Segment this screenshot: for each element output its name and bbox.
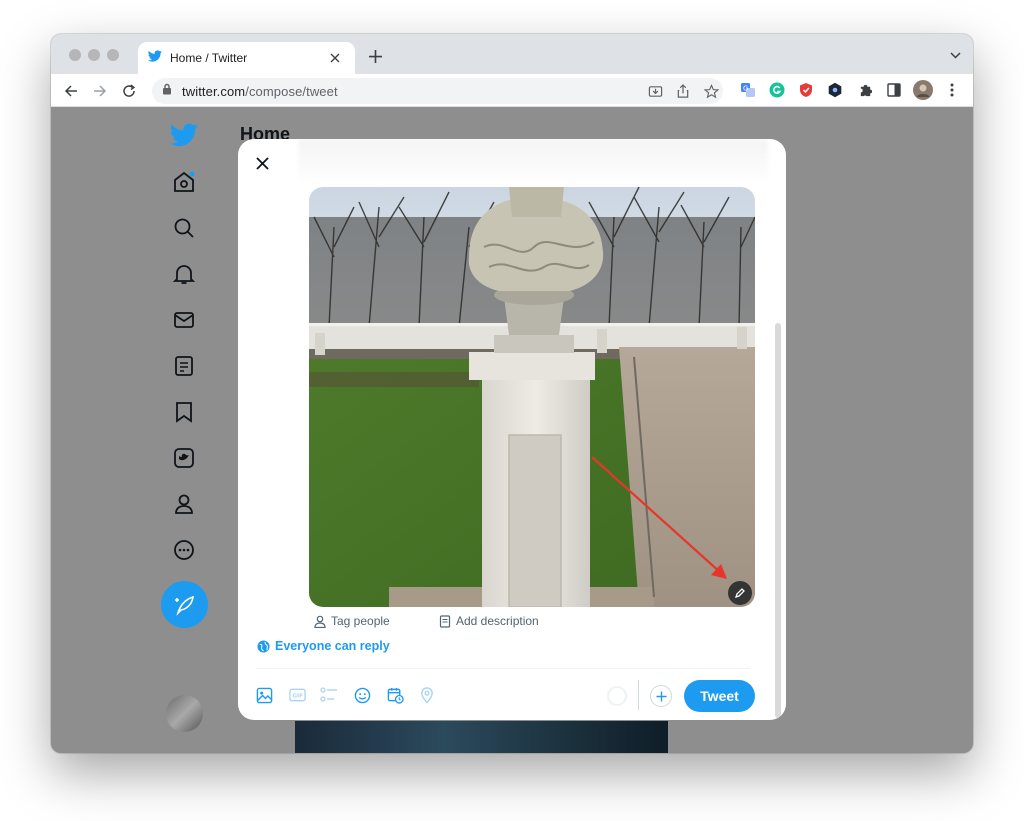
new-tab-plus-icon[interactable]	[365, 46, 385, 66]
window-zoom-dot[interactable]	[107, 49, 119, 61]
globe-icon	[257, 639, 270, 653]
compose-tweet-button[interactable]	[161, 581, 208, 628]
install-app-icon[interactable]	[646, 82, 664, 100]
hexagon-extension-icon[interactable]	[826, 81, 844, 99]
svg-text:G: G	[743, 85, 748, 93]
location-pin-icon[interactable]	[417, 685, 437, 705]
tweet-button[interactable]: Tweet	[684, 680, 755, 712]
grammarly-extension-icon[interactable]	[768, 81, 786, 99]
extensions-puzzle-icon[interactable]	[856, 81, 874, 99]
tag-people-button[interactable]: Tag people	[314, 612, 390, 630]
add-thread-button[interactable]	[650, 685, 672, 707]
feather-quill-icon	[174, 595, 194, 616]
account-avatar[interactable]	[166, 695, 203, 732]
side-panel-icon[interactable]	[885, 81, 903, 99]
window-close-dot[interactable]	[69, 49, 81, 61]
profile-avatar-icon[interactable]	[912, 79, 934, 101]
edit-image-icon[interactable]	[728, 581, 752, 605]
url-text: twitter.com/compose/tweet	[182, 83, 338, 99]
notifications-bell-icon[interactable]	[171, 261, 197, 287]
tab-close-icon[interactable]	[325, 48, 345, 68]
address-bar[interactable]: twitter.com/compose/tweet	[152, 78, 723, 104]
bookmark-star-icon[interactable]	[702, 82, 720, 100]
media-image-icon[interactable]	[254, 685, 274, 705]
person-icon	[314, 615, 326, 628]
more-circle-icon[interactable]	[171, 537, 197, 563]
bookmarks-icon[interactable]	[171, 399, 197, 425]
profile-icon[interactable]	[171, 491, 197, 517]
emoji-icon[interactable]	[352, 685, 372, 705]
twitter-logo-icon[interactable]	[169, 120, 199, 150]
svg-text:GIF: GIF	[292, 694, 303, 700]
toolbar-separator	[638, 680, 639, 710]
twitter-page: Home Tag people Add description Everyone…	[51, 107, 973, 753]
messages-envelope-icon[interactable]	[171, 307, 197, 333]
reply-setting-label: Everyone can reply	[275, 639, 390, 653]
tab-search-chevron-icon[interactable]	[947, 47, 963, 63]
tab-title: Home / Twitter	[170, 51, 248, 65]
browser-toolbar: twitter.com/compose/tweet G	[51, 74, 973, 107]
reply-setting-button[interactable]: Everyone can reply	[257, 637, 390, 655]
back-arrow-icon[interactable]	[60, 80, 82, 102]
home-icon[interactable]	[171, 169, 197, 195]
window-minimize-dot[interactable]	[88, 49, 100, 61]
browser-window: Home / Twitter twitter.com/compose/tweet	[51, 34, 973, 753]
toolbar-divider	[256, 668, 750, 669]
modal-header-blur	[298, 139, 768, 185]
poll-icon[interactable]	[319, 685, 339, 705]
gif-icon[interactable]: GIF	[287, 685, 307, 705]
tab-bar: Home / Twitter	[51, 34, 973, 74]
character-counter-ring	[607, 686, 627, 706]
shield-extension-icon[interactable]	[797, 81, 815, 99]
schedule-icon[interactable]	[385, 685, 405, 705]
modal-close-icon[interactable]	[250, 151, 274, 175]
compose-tweet-modal: Tag people Add description Everyone can …	[238, 139, 786, 720]
modal-scrollbar[interactable]	[775, 323, 781, 718]
twitter-favicon-icon	[148, 49, 162, 68]
reload-icon[interactable]	[118, 80, 140, 102]
browser-tab[interactable]: Home / Twitter	[138, 42, 355, 74]
twitter-blue-icon[interactable]	[171, 445, 197, 471]
lock-icon[interactable]	[162, 82, 172, 100]
tag-people-label: Tag people	[331, 614, 390, 628]
share-icon[interactable]	[674, 82, 692, 100]
add-description-label: Add description	[456, 614, 539, 628]
document-icon	[439, 614, 451, 628]
translate-extension-icon[interactable]: G	[739, 81, 757, 99]
forward-arrow-icon[interactable]	[89, 80, 111, 102]
lists-icon[interactable]	[171, 353, 197, 379]
plus-icon	[656, 691, 666, 701]
statue-garden-photo	[309, 187, 755, 607]
explore-search-icon[interactable]	[171, 215, 197, 241]
browser-menu-kebab-icon[interactable]	[943, 81, 961, 99]
feed-tweet-image[interactable]	[295, 721, 668, 753]
attached-photo[interactable]	[309, 187, 755, 607]
add-description-button[interactable]: Add description	[439, 612, 539, 630]
